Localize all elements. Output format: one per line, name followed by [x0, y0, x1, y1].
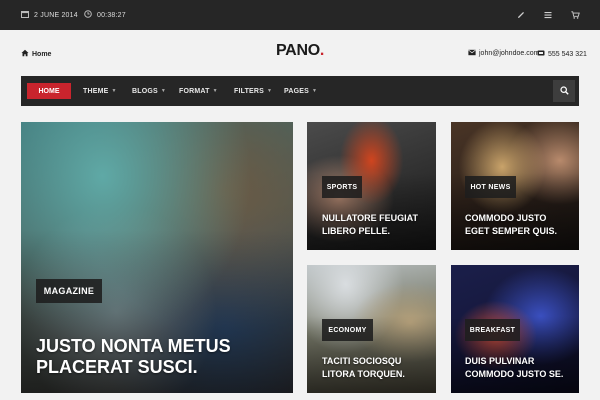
title-line: PLACERAT SUSCI. [36, 357, 198, 377]
chevron-down-icon: ▼ [267, 88, 273, 94]
main-navigation: HOME THEME ▼ BLOGS ▼ FORMAT ▼ FILTERS ▼ PAGE… [21, 76, 579, 106]
top-bar: 2 JUNE 2014 00:38:27 [0, 0, 600, 30]
email-text: john@johndoe.com [479, 50, 540, 57]
article-card-hot-news[interactable]: HOT NEWS COMMODO JUSTO EGET SEMPER QUIS. [451, 122, 579, 250]
search-icon [559, 82, 569, 100]
nav-item-home-label: HOME [38, 87, 60, 95]
featured-article-title[interactable]: JUSTO NONTA METUS PLACERAT SUSCI. [36, 336, 286, 378]
article-title[interactable]: DUIS PULVINAR COMMODO JUSTO SE. [465, 355, 577, 381]
article-card-breakfast[interactable]: BREAKFAST DUIS PULVINAR COMMODO JUSTO SE… [451, 265, 579, 393]
nav-item-format-label: FORMAT [179, 87, 210, 95]
title-line: NULLATORE FEUGIAT [322, 213, 418, 223]
envelope-icon [468, 49, 476, 58]
nav-item-blogs-label: BLOGS [132, 87, 158, 95]
title-line: EGET SEMPER QUIS. [465, 226, 558, 236]
logo-text: PANO [276, 42, 320, 59]
nav-item-theme-label: THEME [83, 87, 109, 95]
title-line: DUIS PULVINAR [465, 356, 535, 366]
search-button[interactable] [553, 80, 575, 102]
chevron-down-icon: ▼ [212, 88, 218, 94]
date-text: 2 JUNE 2014 [34, 11, 78, 19]
time-display: 00:38:27 [84, 0, 126, 30]
chevron-down-icon: ▼ [111, 88, 117, 94]
article-card-economy[interactable]: ECONOMY TACITI SOCIOSQU LITORA TORQUEN. [307, 265, 436, 393]
nav-item-filters[interactable]: FILTERS ▼ [234, 76, 272, 106]
title-line: LIBERO PELLE. [322, 226, 391, 236]
date-display: 2 JUNE 2014 [21, 0, 78, 30]
nav-item-filters-label: FILTERS [234, 87, 265, 95]
article-title[interactable]: COMMODO JUSTO EGET SEMPER QUIS. [465, 212, 577, 238]
nav-item-pages[interactable]: PAGES ▼ [284, 76, 317, 106]
title-line: LITORA TORQUEN. [322, 369, 405, 379]
article-title[interactable]: TACITI SOCIOSQU LITORA TORQUEN. [322, 355, 434, 381]
category-tag-breakfast[interactable]: BREAKFAST [465, 319, 520, 341]
title-line: JUSTO NONTA METUS [36, 336, 231, 356]
category-tag-label: MAGAZINE [43, 286, 95, 296]
site-header: Home PANO. john@johndoe.com 555 543 321 [0, 30, 600, 76]
logo-dot: . [319, 42, 324, 59]
title-line: TACITI SOCIOSQU [322, 356, 402, 366]
category-tag-label: ECONOMY [328, 326, 367, 334]
category-tag-label: SPORTS [326, 183, 358, 191]
featured-article-card[interactable]: MAGAZINE JUSTO NONTA METUS PLACERAT SUSC… [21, 122, 293, 393]
title-line: COMMODO JUSTO SE. [465, 369, 564, 379]
nav-item-theme[interactable]: THEME ▼ [83, 76, 117, 106]
menu-icon[interactable] [541, 0, 555, 30]
edit-icon[interactable] [514, 0, 528, 30]
category-tag-economy[interactable]: ECONOMY [322, 319, 373, 341]
phone-icon [537, 49, 545, 59]
nav-item-pages-label: PAGES [284, 87, 309, 95]
category-tag-hot-news[interactable]: HOT NEWS [465, 176, 516, 198]
nav-item-home[interactable]: HOME [27, 83, 71, 99]
time-text: 00:38:27 [97, 11, 126, 19]
title-line: COMMODO JUSTO [465, 213, 547, 223]
category-tag-label: HOT NEWS [470, 183, 511, 191]
phone-text: 555 543 321 [548, 50, 587, 58]
cart-icon[interactable] [568, 0, 582, 30]
nav-item-format[interactable]: FORMAT ▼ [179, 76, 218, 106]
article-card-sports[interactable]: SPORTS NULLATORE FEUGIAT LIBERO PELLE. [307, 122, 436, 250]
clock-icon [84, 10, 92, 20]
category-tag-magazine[interactable]: MAGAZINE [36, 279, 102, 303]
category-tag-sports[interactable]: SPORTS [322, 176, 362, 198]
email-contact[interactable]: john@johndoe.com [468, 49, 539, 58]
category-tag-label: BREAKFAST [469, 326, 516, 334]
calendar-icon [21, 10, 29, 20]
chevron-down-icon: ▼ [160, 88, 167, 94]
phone-contact[interactable]: 555 543 321 [537, 49, 587, 59]
chevron-down-icon: ▼ [312, 88, 318, 94]
article-title[interactable]: NULLATORE FEUGIAT LIBERO PELLE. [322, 212, 434, 238]
nav-item-blogs[interactable]: BLOGS ▼ [132, 76, 166, 106]
